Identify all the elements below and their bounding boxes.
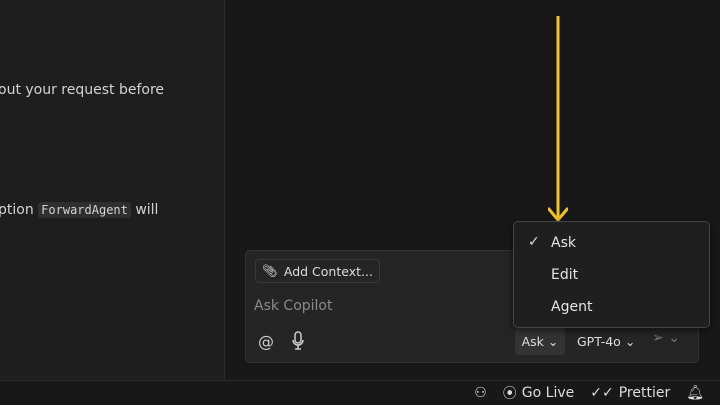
mode-picker-button[interactable]: Ask ⌄ xyxy=(515,328,565,355)
prettier-label: Prettier xyxy=(618,385,671,401)
send-icon: ➢ xyxy=(652,330,664,346)
chevron-down-icon: ⌄ xyxy=(624,334,636,349)
editor-panel: out your request before ption ForwardAge… xyxy=(0,0,225,380)
menu-item-ask[interactable]: Ask xyxy=(551,235,576,251)
prettier-button[interactable]: ✓✓ Prettier xyxy=(590,385,670,401)
paperclip-icon: 📎︎ xyxy=(262,263,278,278)
double-check-icon: ✓✓ xyxy=(590,385,614,401)
annotation-arrow-icon xyxy=(548,16,568,223)
menu-item-edit[interactable]: Edit xyxy=(551,267,578,283)
model-label: GPT-4o xyxy=(577,334,621,349)
chevron-down-icon: ⌄ xyxy=(668,330,680,346)
text-line: out your request before xyxy=(0,82,165,98)
text: ption xyxy=(0,202,34,218)
menu-item-agent[interactable]: Agent xyxy=(551,299,592,315)
mode-dropdown-menu: ✓ Ask Edit Agent xyxy=(513,221,710,328)
add-context-button[interactable]: 📎︎ Add Context... xyxy=(255,259,380,283)
go-live-button[interactable]: ⦿ Go Live xyxy=(503,383,574,403)
inline-code: ForwardAgent xyxy=(38,202,131,218)
broadcast-icon: ⦿ xyxy=(502,386,517,402)
status-bar: ⚇ ⦿ Go Live ✓✓ Prettier 🔔︎ xyxy=(0,380,720,405)
notifications-bell-icon[interactable]: 🔔︎ xyxy=(686,385,704,401)
chat-input[interactable]: Ask Copilot xyxy=(254,298,333,314)
mode-label: Ask xyxy=(521,334,544,349)
model-picker-button[interactable]: GPT-4o ⌄ xyxy=(577,328,635,355)
add-context-label: Add Context... xyxy=(283,263,373,279)
chevron-down-icon: ⌄ xyxy=(547,334,559,349)
at-mention-icon[interactable]: @ xyxy=(258,332,274,351)
text-line: ption ForwardAgent will xyxy=(0,202,158,218)
microphone-icon[interactable] xyxy=(291,331,305,351)
text: will xyxy=(135,202,159,218)
go-live-label: Go Live xyxy=(521,385,575,401)
check-icon: ✓ xyxy=(528,234,540,250)
copilot-icon[interactable]: ⚇ xyxy=(474,385,487,401)
send-button[interactable]: ➢ ⌄ xyxy=(652,330,680,346)
